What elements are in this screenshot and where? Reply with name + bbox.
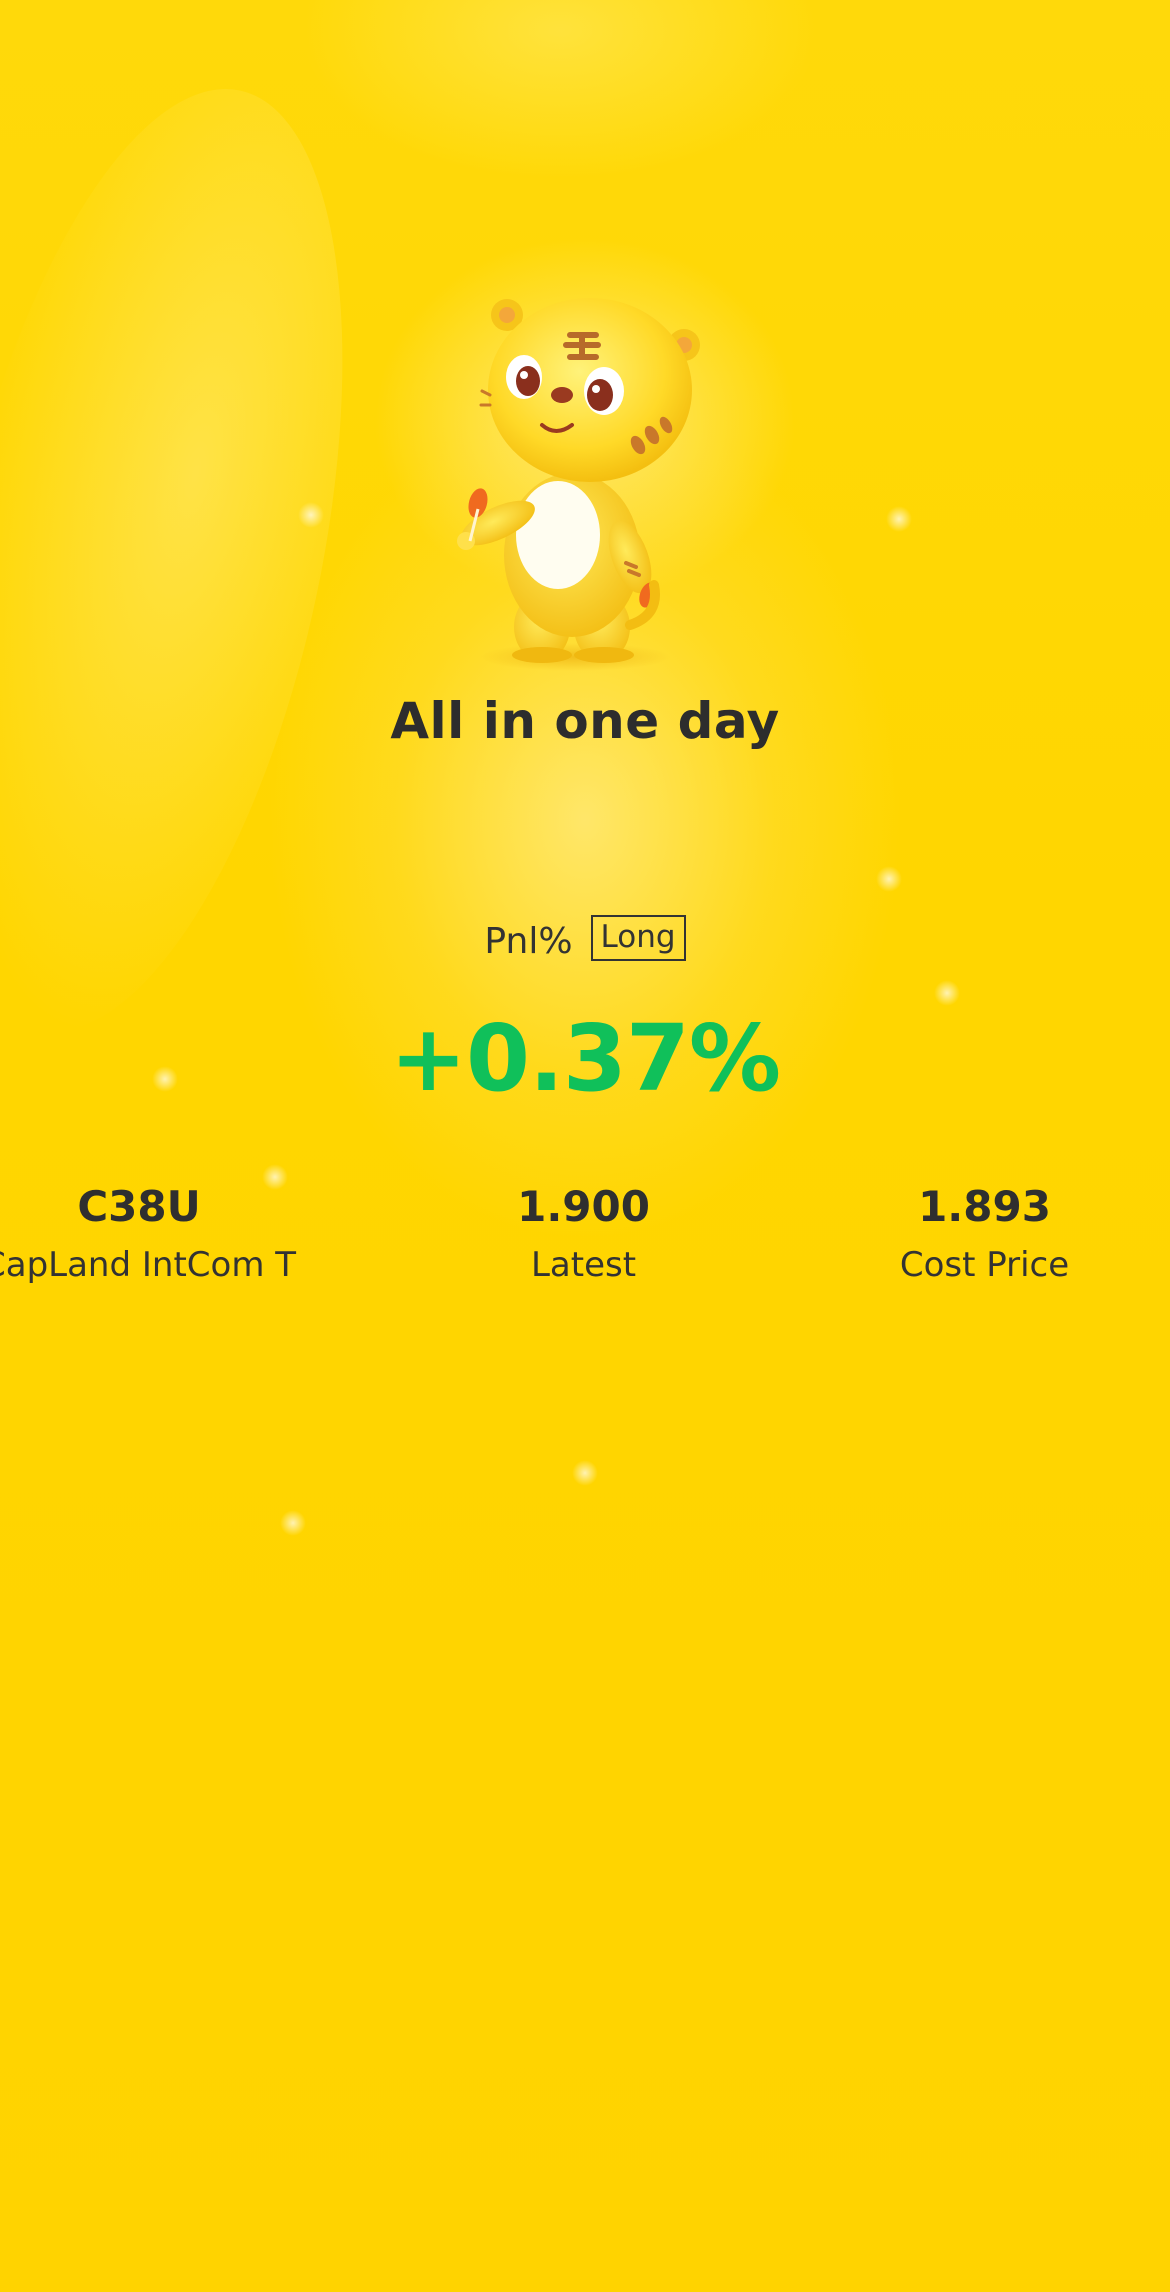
pnl-value: +0.37%	[389, 1005, 781, 1112]
stat-symbol: C38U CapLand IntCom T	[0, 1180, 353, 1292]
sparkle-decoration	[298, 502, 324, 528]
pnl-header: Pnl% Long	[0, 915, 1170, 964]
tiger-mascot-icon	[457, 298, 700, 671]
sparkle-decoration	[572, 1460, 598, 1486]
position-tag: Long	[590, 915, 686, 961]
stat-symbol-label: CapLand IntCom T	[0, 1245, 297, 1285]
pnl-label: Pnl%	[484, 920, 573, 962]
stat-cost-price-value: 1.893	[918, 1182, 1051, 1231]
sparkle-decoration	[280, 1510, 306, 1536]
sparkle-decoration	[876, 866, 902, 892]
sparkle-decoration	[934, 980, 960, 1006]
stat-cost-price: 1.893 Cost Price	[799, 1180, 1170, 1292]
sparkle-decoration	[886, 506, 912, 532]
stats-row: C38U CapLand IntCom T 1.900 Latest 1.893…	[0, 1180, 1170, 1292]
stat-latest: 1.900 Latest	[398, 1180, 769, 1292]
stat-symbol-value: C38U	[77, 1182, 201, 1231]
stat-latest-value: 1.900	[517, 1182, 650, 1231]
stat-cost-price-label: Cost Price	[899, 1245, 1070, 1285]
stat-latest-label: Latest	[530, 1245, 637, 1285]
page-title: All in one day	[390, 692, 780, 750]
